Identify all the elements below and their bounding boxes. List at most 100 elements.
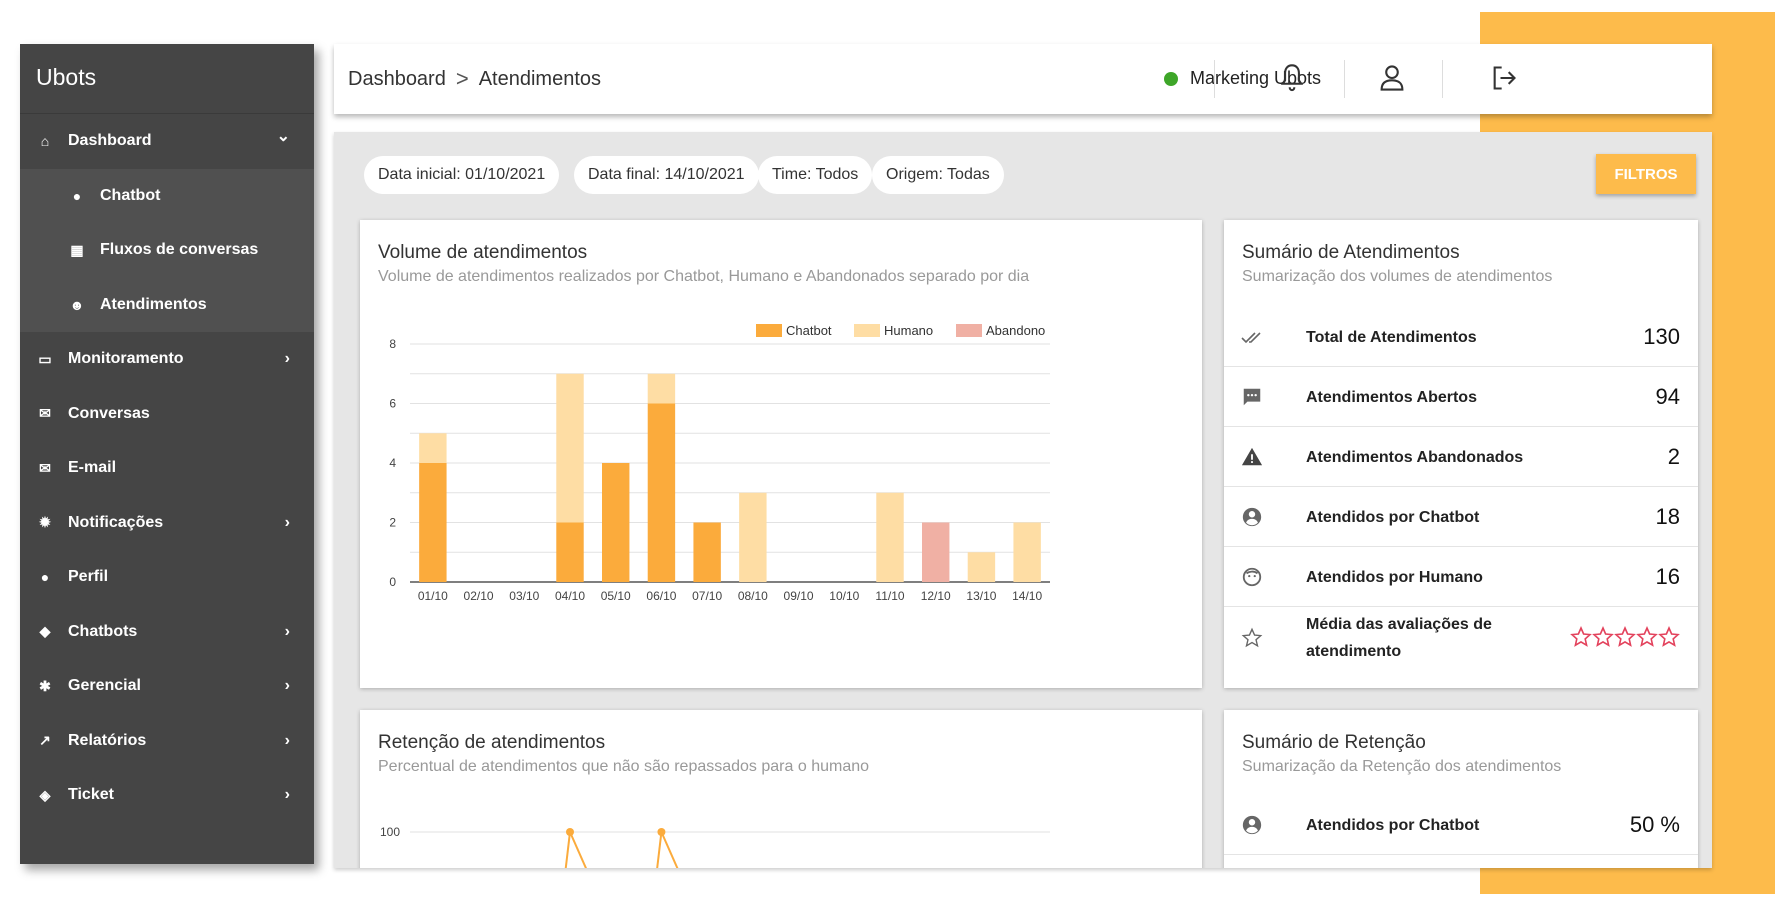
breadcrumb-dashboard[interactable]: Dashboard — [348, 68, 446, 91]
page: Ubots ⌂ Dashboard ⌄ ● Chatbot ▦ Fluxos de conv… — [0, 0, 1789, 904]
x-tick-label: 11/10 — [875, 589, 904, 603]
bar-chatbot[interactable] — [693, 522, 721, 583]
bar-humano[interactable] — [419, 433, 447, 463]
summary-row-chatbot: Atendidos por Chatbot 18 — [1224, 488, 1698, 547]
chevron-down-icon[interactable]: ⌄ — [277, 126, 290, 146]
bar-chatbot[interactable] — [556, 522, 584, 583]
breadcrumb-atendimentos: Atendimentos — [478, 67, 601, 90]
summary-row-open: Atendimentos Abertos 94 — [1224, 368, 1698, 427]
breadcrumb: Dashboard > Atendimentos — [348, 66, 601, 92]
summary-label: Total de Atendimentos — [1306, 328, 1477, 346]
group-icon: ☻ — [69, 296, 85, 313]
chevron-right-icon[interactable]: › — [285, 732, 290, 750]
user-icon: ● — [40, 569, 50, 586]
summary-row-rating: Média das avaliações de atendimento — [1224, 608, 1698, 668]
sidebar-item-fluxos-de-conversas[interactable]: ▦ Fluxos de conversas — [20, 223, 314, 278]
card-title: Sumário de Retenção — [1242, 732, 1426, 753]
sidebar-item-label: Notificações — [68, 513, 164, 531]
filter-chip-start-date[interactable]: Data inicial: 01/10/2021 — [364, 156, 560, 194]
filter-chip-end-date[interactable]: Data final: 14/10/2021 — [574, 156, 759, 194]
sidebar-item-label: Ticket — [68, 786, 114, 804]
chevron-right-icon[interactable]: › — [285, 514, 290, 532]
summary-row-human: Atendidos por Humano 16 — [1224, 548, 1698, 607]
legend-label[interactable]: Humano — [884, 323, 933, 338]
bar-abandono[interactable] — [922, 522, 950, 583]
card-subtitle: Sumarização da Retenção dos atendimentos — [1242, 758, 1562, 775]
sidebar: Ubots ⌂ Dashboard ⌄ ● Chatbot ▦ Fluxos de conv… — [20, 44, 314, 864]
sidebar-item-label: Relatórios — [68, 731, 147, 749]
logout-icon[interactable] — [1486, 60, 1522, 96]
person-icon: ● — [72, 187, 82, 204]
legend-label[interactable]: Chatbot — [786, 323, 832, 338]
sidebar-item-notifica-es[interactable]: ✹ Notificações › — [20, 496, 314, 551]
header-divider — [1344, 60, 1345, 98]
chevron-right-icon[interactable]: › — [285, 350, 290, 368]
retention-line-segment — [569, 831, 587, 868]
star-outline-icon — [1240, 626, 1264, 650]
bar-chatbot[interactable] — [602, 463, 630, 582]
summary-row-abandoned: Atendimentos Abandonados 2 — [1224, 428, 1698, 487]
x-tick-label: 05/10 — [601, 589, 631, 603]
sidebar-item-label: Conversas — [68, 404, 150, 422]
x-tick-label: 12/10 — [921, 589, 951, 603]
sidebar-item-relat-rios[interactable]: ↗ Relatórios › — [20, 714, 314, 769]
sidebar-item-gerencial[interactable]: ✱ Gerencial › — [20, 659, 314, 714]
bar-humano[interactable] — [556, 373, 584, 523]
breadcrumb-separator: > — [455, 66, 469, 91]
summary-label: Média das avaliações de atendimento — [1306, 616, 1492, 660]
sidebar-item-e-mail[interactable]: ✉ E-mail — [20, 441, 314, 496]
sidebar-item-monitoramento[interactable]: ▭ Monitoramento › — [20, 332, 314, 387]
retention-row-chatbot: Atendidos por Chatbot 50 % — [1224, 796, 1698, 855]
filter-chip-team[interactable]: Time: Todos — [758, 156, 873, 194]
x-tick-label: 10/10 — [829, 589, 859, 603]
y-tick-label: 8 — [389, 337, 396, 351]
bar-chatbot[interactable] — [647, 403, 676, 583]
account-circle-icon — [1240, 505, 1264, 529]
bar-humano[interactable] — [647, 373, 676, 404]
legend-label[interactable]: Abandono — [986, 323, 1045, 338]
grid-icon: ▦ — [70, 241, 84, 258]
bar-humano[interactable] — [967, 552, 996, 582]
filter-chip-origin[interactable]: Origem: Todas — [872, 156, 1004, 194]
chevron-right-icon[interactable]: › — [285, 786, 290, 804]
volume-chart-card: Volume de atendimentos Volume de atendim… — [360, 220, 1202, 688]
summary-card: Sumário de Atendimentos Sumarização dos … — [1224, 220, 1698, 688]
retention-chart-card: Retenção de atendimentos Percentual de a… — [360, 710, 1202, 868]
user-icon[interactable] — [1374, 60, 1410, 96]
bar-humano[interactable] — [876, 492, 904, 582]
sidebar-item-chatbot[interactable]: ● Chatbot — [20, 168, 314, 223]
chat-icon: ✉ — [39, 405, 51, 422]
sidebar-item-dashboard[interactable]: ⌂ Dashboard ⌄ — [20, 114, 314, 169]
bell-icon[interactable] — [1274, 60, 1310, 96]
brand-title: Ubots — [20, 44, 314, 114]
card-title: Sumário de Atendimentos — [1242, 242, 1460, 263]
sidebar-item-label: Chatbots — [68, 622, 138, 640]
sidebar-item-perfil[interactable]: ● Perfil — [20, 550, 314, 605]
face-icon — [1240, 565, 1264, 589]
filters-button[interactable]: FILTROS — [1596, 154, 1696, 194]
sidebar-item-chatbots[interactable]: ◆ Chatbots › — [20, 605, 314, 660]
x-tick-label: 07/10 — [692, 589, 722, 603]
y-tick-label: 100 — [380, 825, 400, 839]
chevron-right-icon[interactable]: › — [285, 623, 290, 641]
double-check-icon — [1240, 325, 1264, 349]
x-tick-label: 09/10 — [784, 589, 814, 603]
sidebar-item-conversas[interactable]: ✉ Conversas — [20, 387, 314, 442]
x-tick-label: 06/10 — [646, 589, 676, 603]
bar-humano[interactable] — [739, 492, 767, 582]
sidebar-item-atendimentos[interactable]: ☻ Atendimentos — [20, 277, 314, 332]
retention-point[interactable] — [566, 828, 574, 836]
bar-humano[interactable] — [1013, 522, 1041, 583]
bar-chatbot[interactable] — [419, 463, 447, 582]
sidebar-item-label: E-mail — [68, 459, 117, 477]
summary-value: 16 — [1655, 564, 1680, 589]
summary-label: Atendimentos Abandonados — [1306, 448, 1524, 466]
sidebar-item-label: Perfil — [68, 568, 109, 586]
stars-outline-icon — [1570, 626, 1680, 647]
retention-line-segment — [660, 831, 679, 868]
retention-point[interactable] — [657, 828, 666, 836]
chevron-right-icon[interactable]: › — [285, 677, 290, 695]
x-tick-label: 01/10 — [418, 589, 448, 603]
monitor-icon: ▭ — [38, 350, 52, 367]
sidebar-item-ticket[interactable]: ◈ Ticket › — [20, 768, 314, 823]
